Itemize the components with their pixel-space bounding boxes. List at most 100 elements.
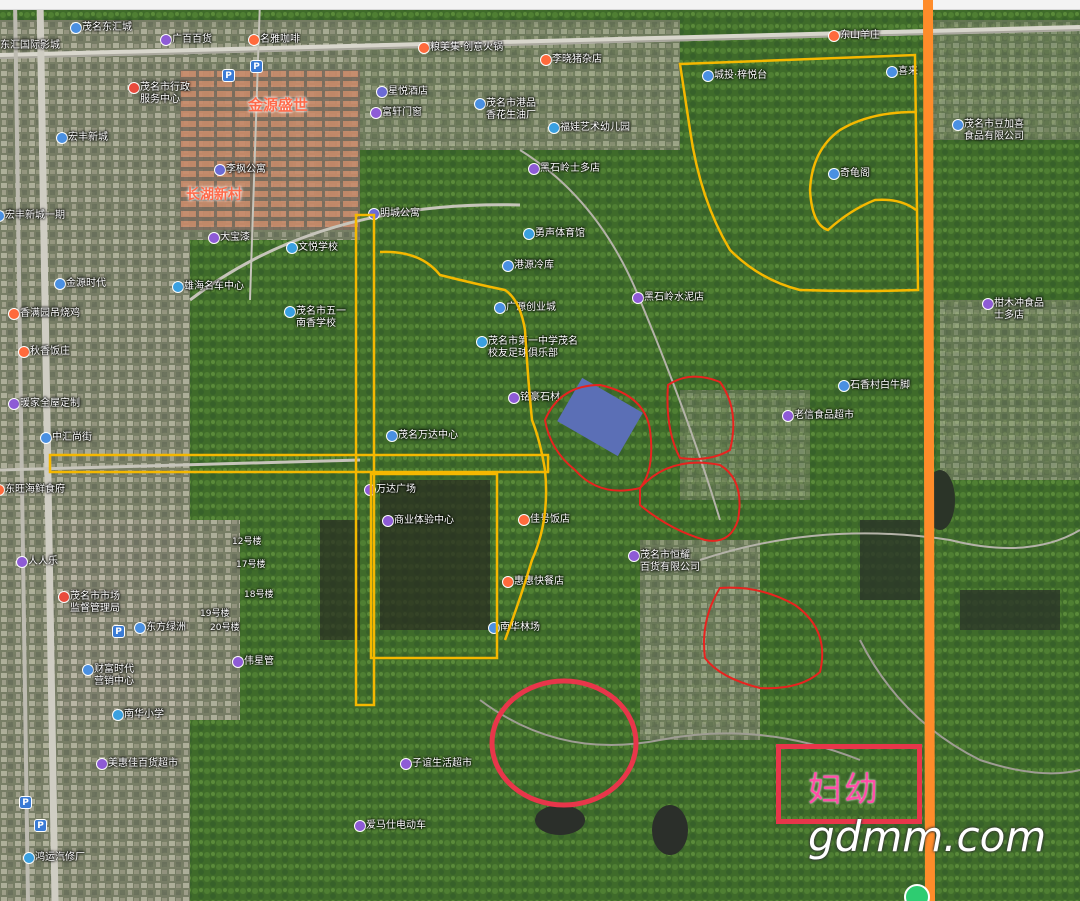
sport-icon[interactable] <box>476 336 488 348</box>
poi-label[interactable]: 黑石岭士多店 <box>540 163 600 175</box>
poi-label[interactable]: 南华小学 <box>124 709 164 721</box>
pin-icon[interactable] <box>886 66 898 78</box>
pin-icon[interactable] <box>134 622 146 634</box>
parking-icon[interactable]: P <box>19 796 32 809</box>
poi-label[interactable]: 茂名市豆加喜 食品有限公司 <box>964 119 1024 143</box>
food-icon[interactable] <box>418 42 430 54</box>
gov-icon[interactable] <box>128 82 140 94</box>
pin-icon[interactable] <box>474 98 486 110</box>
school-icon[interactable] <box>548 122 560 134</box>
poi-label[interactable]: 茂名市港品 香花生油厂 <box>486 98 536 122</box>
poi-label[interactable]: 东方绿洲 <box>146 622 186 634</box>
pin-icon[interactable] <box>488 622 500 634</box>
pin-icon[interactable] <box>838 380 850 392</box>
poi-label[interactable]: 茂名市五一 南香学校 <box>296 306 346 330</box>
poi-label[interactable]: 柑木冲食品 士多店 <box>994 298 1044 322</box>
school-icon[interactable] <box>284 306 296 318</box>
poi-label[interactable]: 福娃艺术幼儿园 <box>560 122 630 134</box>
shop-icon[interactable] <box>982 298 994 310</box>
poi-label[interactable]: 南华林场 <box>500 622 540 634</box>
pin-icon[interactable] <box>56 132 68 144</box>
shop-icon[interactable] <box>400 758 412 770</box>
poi-label[interactable]: 港源冷库 <box>514 260 554 272</box>
food-icon[interactable] <box>18 346 30 358</box>
hotel-icon[interactable] <box>368 208 380 220</box>
poi-label[interactable]: 中汇尚街 <box>52 432 92 444</box>
poi-label[interactable]: 富轩门窗 <box>382 107 422 119</box>
food-icon[interactable] <box>8 308 20 320</box>
poi-label[interactable]: 雄海名车中心 <box>184 281 244 293</box>
pin-icon[interactable] <box>386 430 398 442</box>
food-icon[interactable] <box>502 576 514 588</box>
poi-label[interactable]: 石香村白牛脚 <box>850 380 910 392</box>
pin-icon[interactable] <box>82 664 94 676</box>
poi-label[interactable]: 李晓猪杂店 <box>552 54 602 66</box>
poi-label[interactable]: 喜来 <box>898 66 918 78</box>
shop-icon[interactable] <box>528 163 540 175</box>
poi-label[interactable]: 粮美集·创意火锅 <box>430 42 503 54</box>
poi-label[interactable]: 商业体验中心 <box>394 515 454 527</box>
poi-label[interactable]: 伟星管 <box>244 656 274 668</box>
car-icon[interactable] <box>172 281 184 293</box>
food-icon[interactable] <box>518 514 530 526</box>
shop-icon[interactable] <box>632 292 644 304</box>
poi-label[interactable]: 茂名万达中心 <box>398 430 458 442</box>
shop-icon[interactable] <box>232 656 244 668</box>
shop-icon[interactable] <box>16 556 28 568</box>
poi-label[interactable]: 香满园吊烧鸡 <box>20 308 80 320</box>
poi-label[interactable]: 黑石岭水泥店 <box>644 292 704 304</box>
poi-label[interactable]: 宏丰新城一期 <box>5 210 65 222</box>
poi-label[interactable]: 惠惠快餐店 <box>514 576 564 588</box>
poi-label[interactable]: 奇龟阁 <box>840 168 870 180</box>
pin-icon[interactable] <box>494 302 506 314</box>
poi-label[interactable]: 财富时代 营销中心 <box>94 664 134 688</box>
food-icon[interactable] <box>248 34 260 46</box>
shop-icon[interactable] <box>354 820 366 832</box>
shop-icon[interactable] <box>628 550 640 562</box>
poi-label[interactable]: 人人乐 <box>28 556 58 568</box>
poi-label[interactable]: 鸿运汽修厂 <box>35 852 85 864</box>
shop-icon[interactable] <box>160 34 172 46</box>
hotel-icon[interactable] <box>376 86 388 98</box>
shop-icon[interactable] <box>370 107 382 119</box>
parking-icon[interactable]: P <box>112 625 125 638</box>
poi-label[interactable]: 名雅咖啡 <box>260 34 300 46</box>
car-icon[interactable] <box>23 852 35 864</box>
shop-icon[interactable] <box>96 758 108 770</box>
poi-label[interactable]: 暖家全屋定制 <box>20 398 80 410</box>
poi-label[interactable]: 大宝漆 <box>220 232 250 244</box>
pin-icon[interactable] <box>54 278 66 290</box>
poi-label[interactable]: 明城公寓 <box>380 208 420 220</box>
pin-icon[interactable] <box>952 119 964 131</box>
poi-label[interactable]: 茂名东汇城 <box>82 22 132 34</box>
food-icon[interactable] <box>540 54 552 66</box>
sport-icon[interactable] <box>523 228 535 240</box>
poi-label[interactable]: 万达广场 <box>376 484 416 496</box>
poi-label[interactable]: 秋香饭庄 <box>30 346 70 358</box>
poi-label[interactable]: 佳号饭店 <box>530 514 570 526</box>
gov-icon[interactable] <box>58 591 70 603</box>
pin-icon[interactable] <box>40 432 52 444</box>
poi-label[interactable]: 广百百货 <box>172 34 212 46</box>
poi-label[interactable]: 勇声体育馆 <box>535 228 585 240</box>
hotel-icon[interactable] <box>214 164 226 176</box>
poi-label[interactable]: 子谊生活超市 <box>412 758 472 770</box>
poi-label[interactable]: 星悦酒店 <box>388 86 428 98</box>
poi-label[interactable]: 爱马仕电动车 <box>366 820 426 832</box>
poi-label[interactable]: 茂名市行政 服务中心 <box>140 82 190 106</box>
poi-label[interactable]: 宏丰新城 <box>68 132 108 144</box>
poi-label[interactable]: 老信食品超市 <box>794 410 854 422</box>
food-icon[interactable] <box>828 30 840 42</box>
parking-icon[interactable]: P <box>222 69 235 82</box>
poi-label[interactable]: 文悦学校 <box>298 242 338 254</box>
parking-icon[interactable]: P <box>250 60 263 73</box>
pin-icon[interactable] <box>702 70 714 82</box>
poi-label[interactable]: 东旺海鲜食府 <box>5 484 65 496</box>
poi-label[interactable]: 东山羊庄 <box>840 30 880 42</box>
shop-icon[interactable] <box>364 484 376 496</box>
poi-label[interactable]: 茂名市恒耀 百货有限公司 <box>640 550 700 574</box>
poi-label[interactable]: 美惠佳百货超市 <box>108 758 178 770</box>
poi-label[interactable]: 广源创业城 <box>506 302 556 314</box>
shop-icon[interactable] <box>508 392 520 404</box>
shop-icon[interactable] <box>8 398 20 410</box>
